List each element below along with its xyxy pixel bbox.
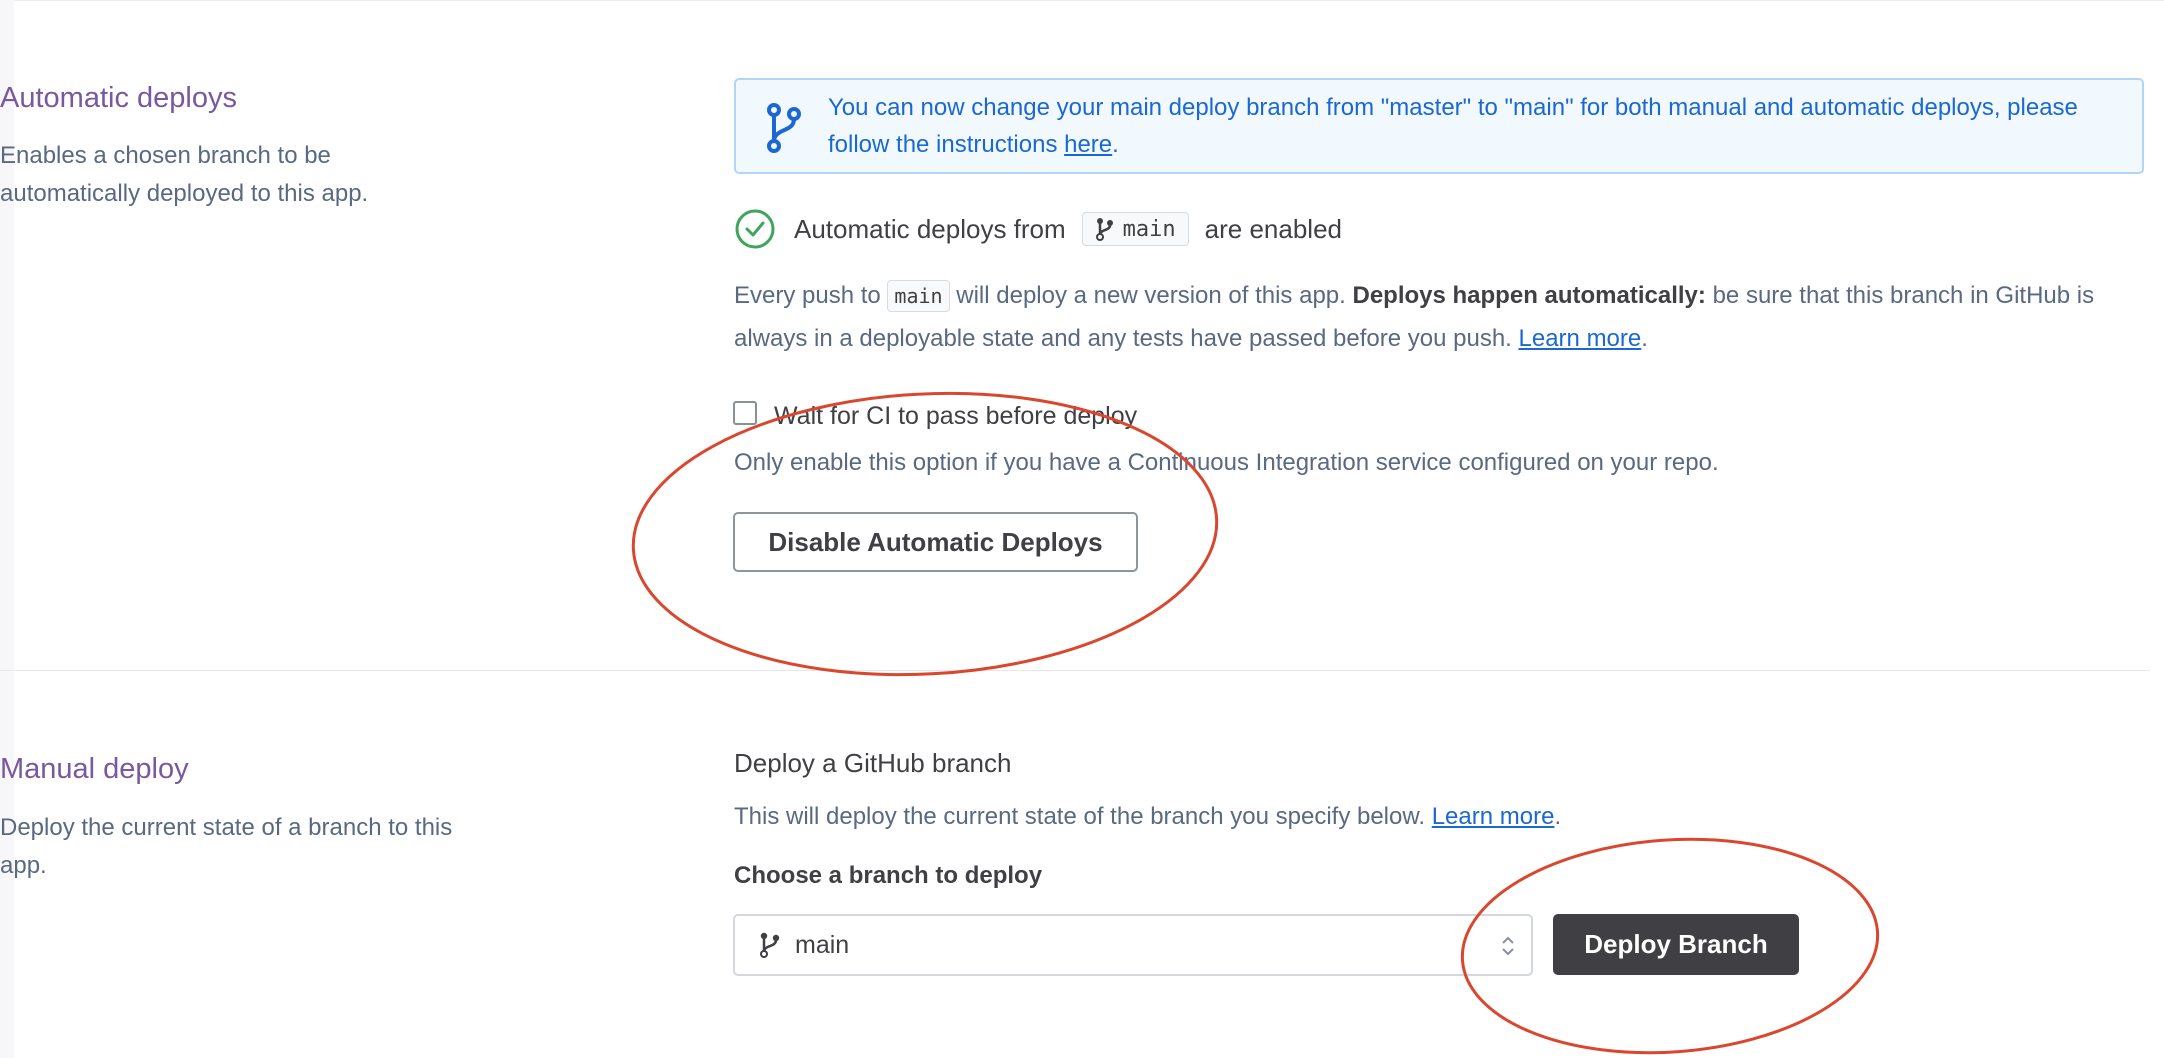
status-prefix: Automatic deploys from <box>794 213 1066 244</box>
section-divider <box>0 670 2150 671</box>
manual-deploy-title: Manual deploy <box>0 753 189 785</box>
automatic-deploys-description: Enables a chosen branch to be automatica… <box>0 142 369 207</box>
wait-for-ci-label[interactable]: Wait for CI to pass before deploy <box>774 402 1137 431</box>
wait-for-ci-checkbox[interactable] <box>733 401 757 425</box>
git-branch-icon <box>1095 218 1113 241</box>
select-caret-icon <box>1502 936 1514 956</box>
push-branch-code: main <box>887 280 950 312</box>
manual-learn-more-link[interactable]: Learn more <box>1432 803 1555 830</box>
learn-more-link[interactable]: Learn more <box>1519 325 1642 352</box>
manual-deploy-info: This will deploy the current state of th… <box>734 803 1562 830</box>
deploy-github-branch-heading: Deploy a GitHub branch <box>734 748 1012 778</box>
deploy-branch-button[interactable]: Deploy Branch <box>1553 914 1799 975</box>
git-branch-icon <box>760 932 780 958</box>
choose-branch-label: Choose a branch to deploy <box>734 862 1043 889</box>
ci-hint-text: Only enable this option if you have a Co… <box>734 449 1719 476</box>
disable-automatic-deploys-button[interactable]: Disable Automatic Deploys <box>733 512 1138 572</box>
check-circle-icon <box>735 209 775 249</box>
branch-rename-banner: You can now change your main deploy bran… <box>734 78 2144 174</box>
push-deploy-info: Every push to main will deploy a new ver… <box>734 280 2095 352</box>
status-branch-pill: main <box>1081 212 1189 246</box>
manual-deploy-description: Deploy the current state of a branch to … <box>0 814 453 879</box>
branch-select[interactable]: main <box>733 914 1533 976</box>
status-branch-name: main <box>1122 216 1176 242</box>
automatic-deploys-title: Automatic deploys <box>0 82 237 114</box>
instructions-link[interactable]: here <box>1064 131 1112 158</box>
top-divider <box>0 0 2164 1</box>
status-suffix: are enabled <box>1204 213 1342 244</box>
auto-deploy-status: Automatic deploys from main are enabled <box>734 206 1342 252</box>
banner-message: You can now change your main deploy bran… <box>828 94 2078 158</box>
selected-branch-value: main <box>795 930 850 959</box>
git-branch-icon <box>767 103 801 153</box>
